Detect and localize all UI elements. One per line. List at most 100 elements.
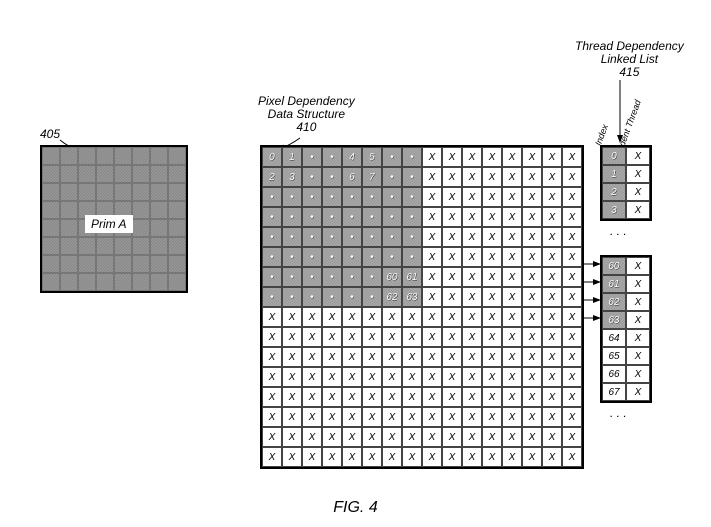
prim-cell <box>60 237 78 255</box>
pds-cell: X <box>322 447 342 467</box>
prim-cell <box>60 219 78 237</box>
prim-cell <box>150 255 168 273</box>
pds-cell: X <box>442 407 462 427</box>
pds-cell: 1 <box>282 147 302 167</box>
pds-cell: • <box>262 267 282 287</box>
prim-cell <box>168 201 186 219</box>
prim-cell <box>78 165 96 183</box>
pds-cell: X <box>282 347 302 367</box>
figure-label: FIG. 4 <box>0 499 711 517</box>
tdll-dep-cell: X <box>626 183 650 201</box>
pds-cell: X <box>562 387 582 407</box>
tdll-index-cell: 1 <box>602 165 626 183</box>
pds-cell: • <box>402 187 422 207</box>
prim-cell <box>114 147 132 165</box>
pds-cell: X <box>442 207 462 227</box>
pds-cell: X <box>422 287 442 307</box>
pds-cell: X <box>442 327 462 347</box>
pds-cell: X <box>322 427 342 447</box>
pds-cell: X <box>362 327 382 347</box>
pds-cell: X <box>522 287 542 307</box>
tdll-dep-cell: X <box>626 383 650 401</box>
pds-cell: X <box>342 367 362 387</box>
pds-cell: X <box>502 347 522 367</box>
pds-cell: X <box>302 347 322 367</box>
tdll-index-cell: 62 <box>602 293 626 311</box>
pds-cell: X <box>542 407 562 427</box>
pds-cell: X <box>482 207 502 227</box>
pds-cell: X <box>422 247 442 267</box>
pds-cell: • <box>282 227 302 247</box>
pds-cell: X <box>442 287 462 307</box>
pds-cell: X <box>482 307 502 327</box>
pds-cell: X <box>462 147 482 167</box>
prim-cell <box>78 273 96 291</box>
pds-cell: 5 <box>362 147 382 167</box>
pds-cell: X <box>502 187 522 207</box>
pds-cell: • <box>402 167 422 187</box>
pds-cell: • <box>322 187 342 207</box>
pds-cell: X <box>342 327 362 347</box>
pds-cell: X <box>382 327 402 347</box>
pds-cell: X <box>462 267 482 287</box>
pds-cell: 62 <box>382 287 402 307</box>
pds-cell: X <box>462 327 482 347</box>
prim-cell <box>96 147 114 165</box>
pds-cell: X <box>282 307 302 327</box>
pds-cell: X <box>382 387 402 407</box>
pds-cell: X <box>382 407 402 427</box>
pds-cell: X <box>422 167 442 187</box>
pds-cell: • <box>362 267 382 287</box>
pds-cell: X <box>282 447 302 467</box>
pds-cell: X <box>482 407 502 427</box>
prim-label: Prim A <box>85 215 133 233</box>
pds-cell: X <box>542 187 562 207</box>
prim-cell <box>60 201 78 219</box>
pds-cell: X <box>422 387 442 407</box>
pds-cell: • <box>302 227 322 247</box>
pds-cell: X <box>482 167 502 187</box>
prim-cell <box>78 255 96 273</box>
tdll-dep-cell: X <box>626 329 650 347</box>
pds-cell: X <box>442 307 462 327</box>
pds-cell: X <box>502 447 522 467</box>
pds-cell: X <box>382 427 402 447</box>
tdll-index-cell: 66 <box>602 365 626 383</box>
pds-cell: X <box>542 327 562 347</box>
pds-cell: X <box>502 247 522 267</box>
pds-cell: X <box>562 347 582 367</box>
prim-cell <box>132 255 150 273</box>
prim-cell <box>132 165 150 183</box>
prim-cell <box>96 183 114 201</box>
prim-cell <box>42 273 60 291</box>
pds-cell: X <box>342 427 362 447</box>
pds-cell: X <box>482 287 502 307</box>
pds-cell: 0 <box>262 147 282 167</box>
pds-cell: X <box>522 187 542 207</box>
pds-cell: • <box>362 187 382 207</box>
tdll-bottom-grid: 60X61X62X63X64X65X66X67X <box>600 255 652 403</box>
pds-cell: X <box>502 147 522 167</box>
pds-cell: X <box>502 267 522 287</box>
pds-cell: • <box>302 167 322 187</box>
prim-cell <box>78 237 96 255</box>
pds-cell: X <box>362 307 382 327</box>
pds-cell: X <box>262 367 282 387</box>
pds-cell: X <box>522 427 542 447</box>
pds-cell: X <box>482 367 502 387</box>
pds-cell: X <box>522 327 542 347</box>
pds-cell: X <box>442 227 462 247</box>
pds-cell: • <box>362 287 382 307</box>
pds-cell: X <box>422 207 442 227</box>
pds-cell: X <box>322 387 342 407</box>
pds-cell: • <box>302 187 322 207</box>
pds-cell: • <box>262 187 282 207</box>
pds-cell: X <box>342 307 362 327</box>
pds-cell: X <box>282 407 302 427</box>
pds-cell: X <box>402 347 422 367</box>
pds-container: 01••45••XXXXXXXX23••67••XXXXXXXX••••••••… <box>260 145 584 469</box>
pds-cell: X <box>462 367 482 387</box>
pds-cell: X <box>462 427 482 447</box>
pds-cell: X <box>502 287 522 307</box>
pds-cell: X <box>442 147 462 167</box>
